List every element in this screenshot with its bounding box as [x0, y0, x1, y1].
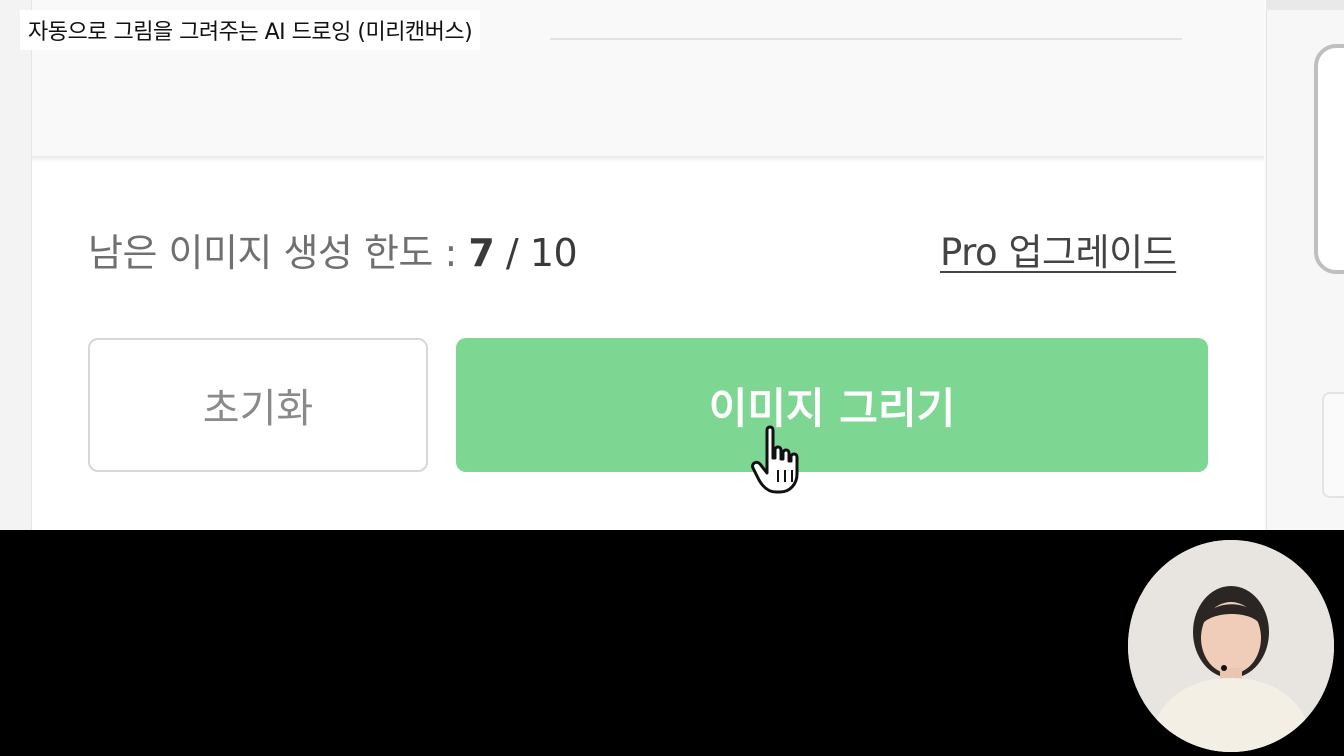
left-gutter: [0, 0, 32, 530]
right-sidebar-card[interactable]: [1314, 44, 1344, 274]
quota-text: 남은 이미지 생성 한도 : 7 / 10: [88, 222, 578, 277]
quota-label: 남은 이미지 생성 한도 :: [88, 231, 457, 275]
video-caption: 자동으로 그림을 그려주는 AI 드로잉 (미리캔버스): [20, 10, 481, 50]
caption-underline: [550, 38, 1182, 40]
draw-image-button[interactable]: 이미지 그리기: [456, 338, 1208, 472]
pointer-hand-icon: [751, 425, 799, 494]
presenter-image: [1128, 540, 1334, 752]
app-screen: 남은 이미지 생성 한도 : 7 / 10 Pro 업그레이드 초기화 이미지 …: [0, 0, 1344, 530]
presenter-webcam: [1128, 540, 1334, 752]
right-sidebar-box[interactable]: [1322, 392, 1344, 498]
quota-total: 10: [529, 231, 578, 275]
quota-used: 7: [468, 231, 495, 275]
reset-button[interactable]: 초기화: [88, 338, 428, 472]
pro-upgrade-link[interactable]: Pro 업그레이드: [940, 222, 1177, 276]
right-sidebar-topbar: [1266, 0, 1344, 10]
quota-separator: /: [505, 231, 519, 275]
